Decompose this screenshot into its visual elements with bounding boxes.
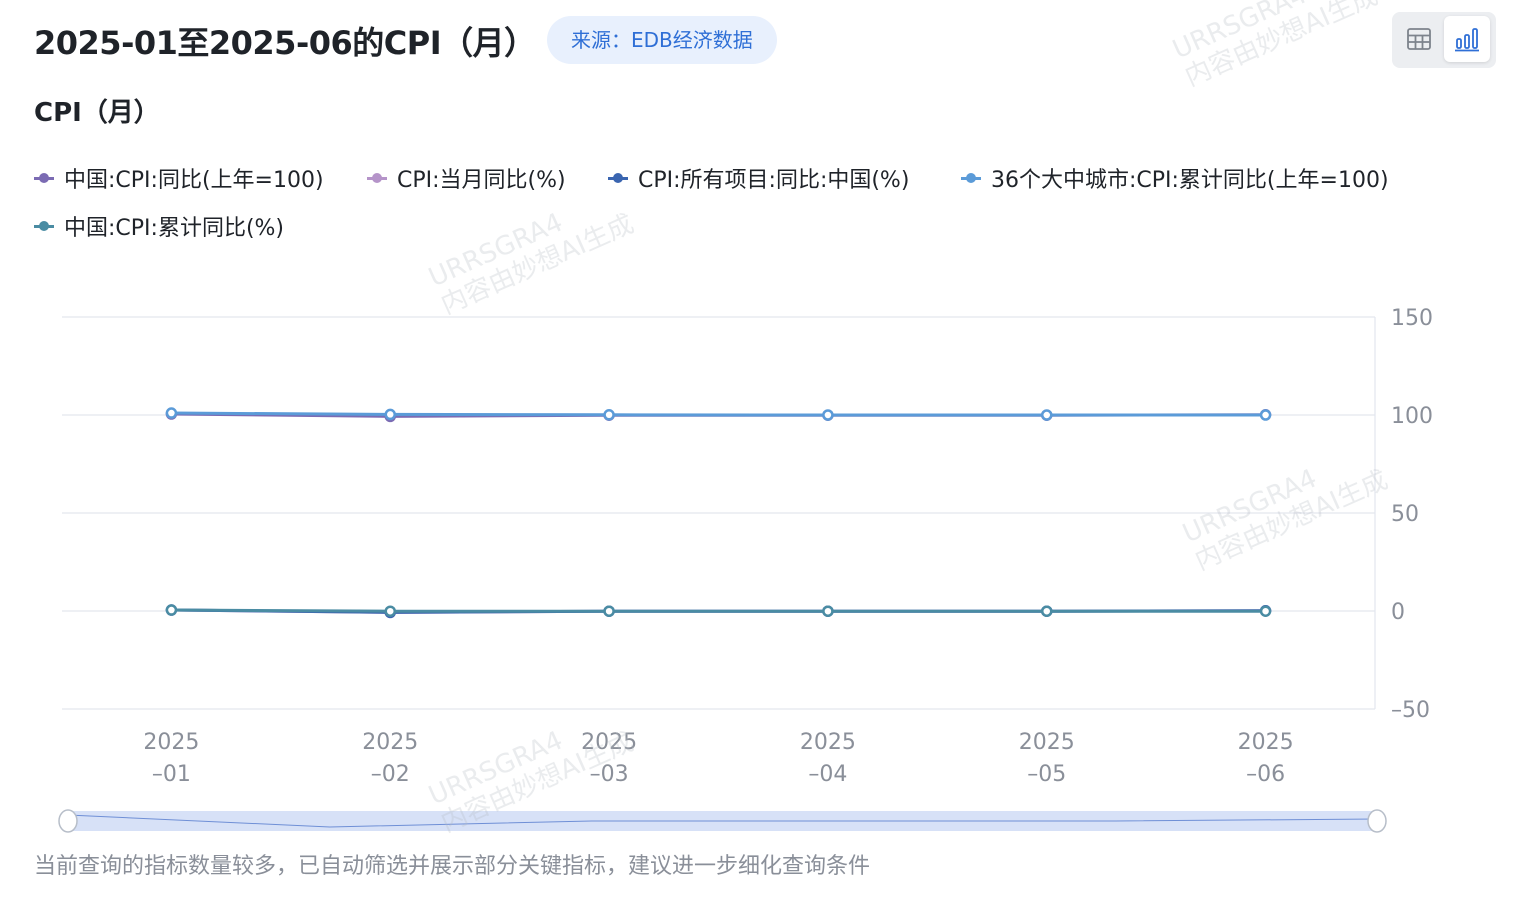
table-icon	[1407, 28, 1431, 50]
legend-label: CPI:所有项目:同比:中国(%)	[638, 168, 910, 193]
data-point	[603, 605, 615, 617]
data-point	[1259, 409, 1272, 421]
legend-marker	[34, 172, 54, 184]
legend-item-series-4[interactable]: 36个大中城市:CPI:累计同比(上年=100)	[961, 162, 1389, 194]
legend-label: CPI:当月同比(%)	[397, 168, 566, 193]
chart-view-button[interactable]	[1444, 16, 1490, 62]
data-point	[384, 408, 396, 421]
y-tick-label: 50	[1391, 502, 1419, 527]
source-badge[interactable]: 来源：EDB经济数据	[547, 16, 777, 64]
slider-handle-right[interactable]	[1367, 809, 1387, 833]
y-tick-label: –50	[1391, 698, 1430, 723]
data-point	[165, 407, 178, 419]
x-tick-label: 2025 –01	[143, 730, 199, 787]
data-point	[603, 409, 615, 421]
legend-label: 中国:CPI:累计同比(%)	[64, 216, 285, 241]
x-tick-label: 2025 –05	[1019, 730, 1075, 787]
legend-item-series-5[interactable]: 中国:CPI:累计同比(%)	[34, 210, 284, 242]
x-tick-label: 2025 –02	[362, 730, 418, 787]
legend-marker	[367, 172, 387, 184]
legend-marker	[608, 172, 628, 184]
y-tick-label: 150	[1391, 306, 1433, 331]
legend-marker	[34, 220, 54, 232]
data-point	[822, 409, 834, 421]
x-tick-label: 2025 –04	[800, 730, 856, 787]
chart-subtitle: CPI（月）	[34, 98, 160, 128]
y-tick-label: 100	[1391, 404, 1433, 429]
bar-chart-icon	[1455, 28, 1479, 52]
series-line-4	[171, 411, 1266, 417]
legend-marker	[961, 172, 981, 184]
y-tick-label: 0	[1391, 600, 1405, 625]
watermark: URRSGRA4 内容由妙想AI生成	[1168, 0, 1383, 93]
x-tick-label: 2025 –03	[581, 730, 637, 787]
line-chart: 150 100 50 0 –50 2025 –01 2025 –02 2025 –03 2025 –04…	[58, 306, 1433, 833]
legend-item-series-2[interactable]: CPI:当月同比(%)	[367, 162, 566, 194]
data-point	[1041, 605, 1053, 617]
x-tick-label: 2025 –06	[1238, 730, 1294, 787]
legend-label: 36个大中城市:CPI:累计同比(上年=100)	[991, 168, 1389, 193]
footer-note: 当前查询的指标数量较多，已自动筛选并展示部分关键指标，建议进一步细化查询条件	[34, 854, 871, 879]
table-view-button[interactable]	[1396, 16, 1442, 62]
legend-item-series-3[interactable]: CPI:所有项目:同比:中国(%)	[608, 162, 909, 194]
watermark-line: URRSGRA4	[1168, 0, 1312, 66]
series-line-5	[171, 608, 1266, 613]
data-point	[165, 604, 178, 616]
legend-label: 中国:CPI:同比(上年=100)	[64, 168, 324, 193]
data-point	[1259, 605, 1272, 617]
legend-item-series-1[interactable]: 中国:CPI:同比(上年=100)	[34, 162, 324, 194]
data-point	[384, 605, 396, 617]
watermark-line: 内容由妙想AI生成	[1180, 0, 1383, 93]
view-toggle	[1392, 12, 1496, 68]
data-point	[822, 605, 834, 617]
watermark-line: URRSGRA4	[424, 207, 568, 294]
slider-handle-left[interactable]	[58, 809, 78, 833]
data-point	[1041, 409, 1053, 421]
page-title: 2025-01至2025-06的CPI（月）	[34, 24, 536, 62]
